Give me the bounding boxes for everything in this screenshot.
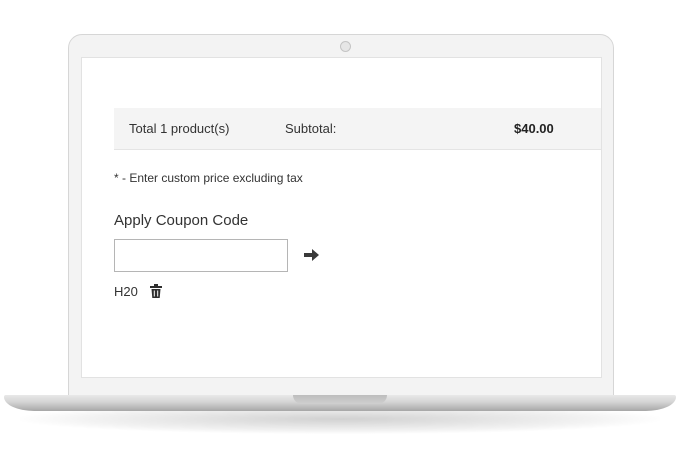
applied-coupon-code: H20 xyxy=(114,284,138,299)
tax-note: * - Enter custom price excluding tax xyxy=(114,171,303,185)
arrow-right-icon xyxy=(304,249,319,261)
subtotal-value: $40.00 xyxy=(514,121,554,136)
coupon-code-input[interactable] xyxy=(114,239,288,272)
trash-icon xyxy=(150,284,162,298)
apply-coupon-button[interactable] xyxy=(303,247,321,263)
laptop-notch xyxy=(293,395,387,404)
remove-coupon-button[interactable] xyxy=(150,284,162,298)
camera-icon xyxy=(340,41,351,52)
cart-totals-row: Total 1 product(s) Subtotal: $40.00 xyxy=(114,108,601,150)
coupon-heading: Apply Coupon Code xyxy=(114,212,249,229)
total-products-label: Total 1 product(s) xyxy=(129,121,230,136)
subtotal-label: Subtotal: xyxy=(285,121,337,136)
laptop-screen: Total 1 product(s) Subtotal: $40.00 * - … xyxy=(81,57,602,378)
